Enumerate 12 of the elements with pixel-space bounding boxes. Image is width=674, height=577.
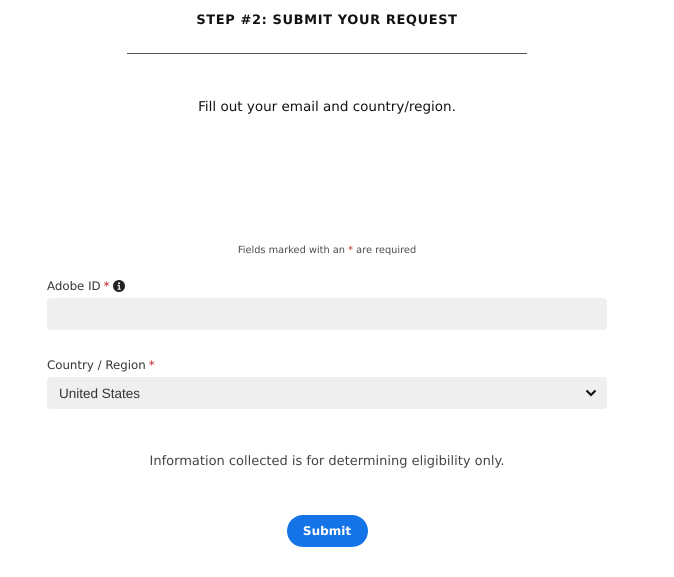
- required-mark: *: [148, 357, 155, 373]
- country-dropdown[interactable]: United States: [47, 377, 607, 409]
- info-icon[interactable]: [112, 280, 125, 292]
- required-note: Fields marked with an * are required: [238, 244, 416, 258]
- instruction-text: Fill out your email and country/region.: [198, 98, 456, 117]
- field-label: Adobe ID: [47, 278, 101, 294]
- page-heading: STEP #2: SUBMIT YOUR REQUEST: [196, 12, 458, 30]
- field-label: Country / Region: [47, 357, 146, 373]
- submit-button[interactable]: Submit: [286, 515, 368, 547]
- disclaimer-text: Information collected is for determining eligibility only.: [150, 453, 504, 471]
- chevron-down-icon: [585, 389, 597, 397]
- required-mark: *: [104, 278, 110, 294]
